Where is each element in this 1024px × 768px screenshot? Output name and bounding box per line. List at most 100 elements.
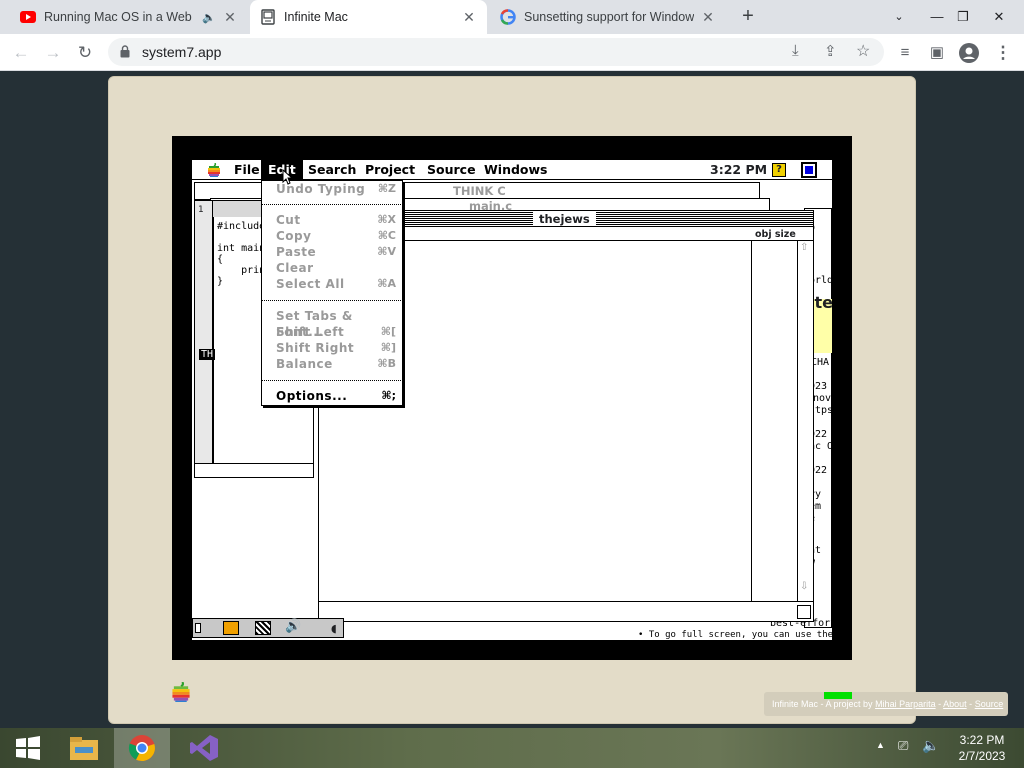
google-icon — [500, 9, 516, 25]
shortcut: ⌘] — [380, 341, 396, 354]
speaker-icon[interactable]: 🔈 — [202, 11, 216, 24]
side-panel-icon[interactable]: ▣ — [924, 40, 950, 66]
tab-strip: Running Mac OS in a Web B 🔈 ✕ Infinite M… — [0, 0, 1024, 34]
strip-end-icon[interactable]: ◖ — [331, 622, 337, 635]
code-line: int main — [217, 243, 266, 254]
reading-list-icon[interactable]: ≡ — [892, 40, 918, 66]
project-footer — [319, 601, 813, 621]
source-link[interactable]: Source — [975, 699, 1004, 709]
menu-kebab-icon[interactable]: ⋮ — [990, 40, 1016, 66]
network-icon[interactable]: ⎚ — [898, 738, 908, 754]
forward-icon[interactable]: → — [40, 40, 66, 66]
help-icon[interactable]: ? — [772, 163, 786, 177]
project-window-title: thejews — [533, 212, 596, 226]
file-explorer-button[interactable] — [56, 728, 112, 768]
green-indicator — [824, 692, 852, 699]
tab-google[interactable]: Sunsetting support for Windows ✕ — [490, 0, 726, 34]
install-icon[interactable]: ⤓ — [792, 42, 799, 59]
scroll-down-icon[interactable]: ⇩ — [800, 581, 808, 592]
tab-infinite-mac[interactable]: Infinite Mac ✕ — [250, 0, 487, 34]
menu-item-options[interactable]: Options... — [276, 388, 347, 404]
strip-tab-icon[interactable] — [195, 623, 201, 633]
column-divider — [751, 241, 752, 601]
code-line: { — [217, 254, 224, 265]
pattern-icon[interactable] — [255, 621, 271, 635]
menu-windows[interactable]: Windows — [477, 160, 555, 179]
bookmark-star-icon[interactable]: ☆ — [856, 41, 870, 61]
grow-box-icon[interactable] — [797, 605, 811, 619]
new-tab-button[interactable]: + — [737, 5, 759, 27]
shortcut: ⌘X — [377, 213, 396, 226]
reload-icon[interactable]: ↻ — [72, 40, 98, 66]
profile-avatar-icon[interactable] — [956, 40, 982, 66]
tray-clock[interactable]: 3:22 PM 2/7/2023 — [952, 732, 1012, 764]
tab-search-icon[interactable]: ⌄ — [882, 0, 916, 34]
close-window-icon[interactable]: ✕ — [982, 0, 1016, 34]
back-icon[interactable]: ← — [8, 40, 34, 66]
shortcut: ⌘; — [381, 389, 396, 402]
shortcut: ⌘Z — [377, 182, 396, 195]
menu-source[interactable]: Source — [420, 160, 483, 179]
volume-icon[interactable]: 🔈 — [922, 737, 939, 754]
menu-search[interactable]: Search — [301, 160, 363, 179]
menu-item-paste[interactable]: Paste — [276, 244, 316, 260]
shortcut: ⌘A — [377, 277, 396, 290]
windows-logo-icon — [16, 736, 40, 760]
menu-item-select-all[interactable]: Select All — [276, 276, 345, 292]
start-button[interactable] — [0, 728, 56, 768]
tab-title: Sunsetting support for Windows — [524, 10, 694, 24]
menu-item-set-tabs-font[interactable]: Set Tabs & Font... — [276, 308, 402, 339]
close-icon[interactable]: ✕ — [222, 9, 238, 25]
tray-expand-icon[interactable]: ▲ — [876, 740, 885, 750]
tab-youtube[interactable]: Running Mac OS in a Web B 🔈 ✕ — [10, 0, 248, 34]
folder-icon — [70, 737, 98, 760]
menu-item-shift-right[interactable]: Shift Right — [276, 340, 354, 356]
scroll-up-icon[interactable]: ⇧ — [800, 242, 808, 253]
apple-menu-icon[interactable] — [208, 163, 220, 177]
code-line: prin — [217, 265, 266, 276]
tray-date: 2/7/2023 — [958, 749, 1006, 763]
menubar-clock[interactable]: 3:22 PM — [710, 160, 767, 180]
visual-studio-button[interactable] — [176, 728, 232, 768]
share-icon[interactable]: ⇪ — [824, 42, 837, 60]
edit-menu-dropdown: Undo Typing ⌘Z Cut ⌘X Copy ⌘C Paste ⌘V C… — [261, 180, 403, 406]
tray-time: 3:22 PM — [959, 733, 1005, 747]
about-link[interactable]: About — [943, 699, 967, 709]
project-vscroll[interactable]: ⇧ ⇩ — [797, 241, 813, 601]
obj-size-header: obj size — [755, 229, 796, 240]
address-bar[interactable]: system7.app ⤓ ⇪ ☆ — [108, 38, 884, 66]
lock-icon — [120, 45, 130, 58]
tab-title: Running Mac OS in a Web B — [44, 10, 197, 24]
menu-project[interactable]: Project — [358, 160, 422, 179]
mac-screen[interactable]: THINK C main.c 1 #include int main { pri… — [192, 160, 832, 640]
apple-logo-icon — [172, 682, 190, 702]
source-window-gutter — [195, 201, 213, 477]
shortcut: ⌘[ — [380, 325, 396, 338]
chrome-taskbar-button[interactable] — [114, 728, 170, 768]
close-icon[interactable]: ✕ — [700, 9, 716, 25]
web-fragment: nov — [813, 393, 832, 404]
chrome-icon — [128, 735, 155, 762]
menu-item-copy[interactable]: Copy — [276, 228, 311, 244]
menu-item-shift-left[interactable]: Shift Left — [276, 324, 344, 340]
menu-item-cut[interactable]: Cut — [276, 212, 301, 228]
control-strip[interactable]: 🔊 ◖ — [192, 618, 344, 638]
footer-prefix: Infinite Mac - A project by — [772, 699, 873, 709]
taskbar: ▲ ⎚ 🔈 3:22 PM 2/7/2023 — [0, 728, 1024, 768]
think-c-title: THINK C — [453, 184, 506, 198]
sound-volume-icon[interactable]: 🔊 — [285, 619, 301, 634]
menu-separator — [262, 380, 402, 381]
menu-item-clear[interactable]: Clear — [276, 260, 314, 276]
code-line: } — [217, 276, 224, 287]
restore-icon[interactable]: ❐ — [946, 0, 980, 34]
left-tag: TH — [199, 349, 216, 360]
application-menu-icon[interactable] — [801, 162, 817, 178]
menu-item-balance[interactable]: Balance — [276, 356, 333, 372]
source-window-hscroll[interactable] — [195, 463, 313, 477]
tab-title: Infinite Mac — [284, 10, 348, 24]
author-link[interactable]: Mihai Parparita — [875, 699, 936, 709]
monitor-depth-icon[interactable] — [223, 621, 239, 635]
close-icon[interactable]: ✕ — [461, 9, 477, 25]
mac-icon — [261, 9, 275, 25]
footer-separator: - — [969, 699, 973, 709]
